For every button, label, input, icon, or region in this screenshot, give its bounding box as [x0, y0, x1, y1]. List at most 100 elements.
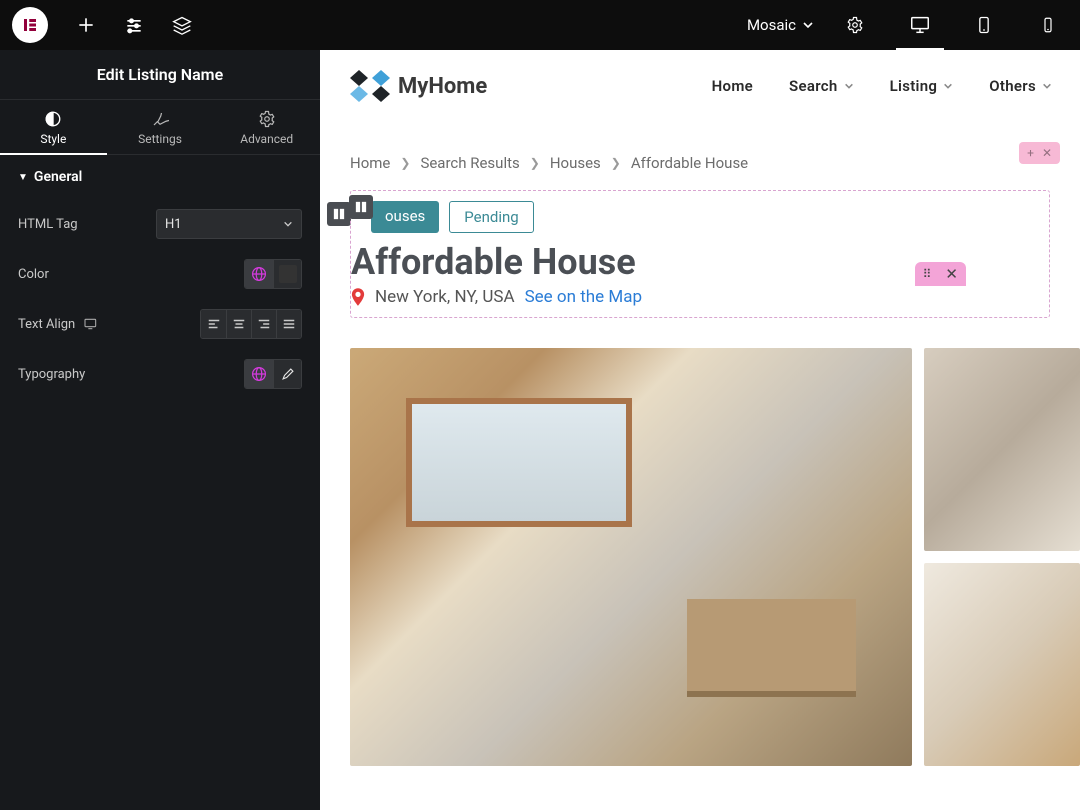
crumb-home[interactable]: Home: [350, 154, 390, 172]
topbar-center: Mosaic: [206, 0, 888, 50]
add-widget-button[interactable]: [62, 0, 110, 50]
gallery-main-image[interactable]: [350, 348, 912, 766]
control-html-tag: HTML Tag H1: [18, 199, 302, 249]
plus-icon: +: [1027, 146, 1034, 160]
html-tag-label: HTML Tag: [18, 217, 156, 232]
color-control: [244, 259, 302, 289]
section-handle[interactable]: [327, 202, 351, 226]
nav-listing[interactable]: Listing: [890, 77, 954, 95]
editor-sidebar: Edit Listing Name Style Settings Advance…: [0, 50, 320, 810]
device-desktop[interactable]: [888, 0, 952, 50]
device-tablet[interactable]: [952, 0, 1016, 50]
brand-logo-icon: [348, 68, 392, 104]
chevron-right-icon: ❯: [611, 156, 621, 170]
topbar-left: [0, 0, 206, 50]
location-row: New York, NY, USA See on the Map: [351, 287, 1045, 313]
nav-listing-label: Listing: [890, 77, 938, 95]
selected-widget-outline: ouses Pending Affordable House New York,…: [350, 190, 1050, 318]
nav-others-label: Others: [989, 77, 1036, 95]
chevron-right-icon: ❯: [530, 156, 540, 170]
device-mobile[interactable]: [1016, 0, 1080, 50]
align-justify[interactable]: [276, 310, 301, 338]
nav-home[interactable]: Home: [712, 77, 753, 95]
gallery-thumb[interactable]: [924, 563, 1080, 766]
pencil-icon: [281, 367, 295, 381]
section-add-handle[interactable]: + ✕: [1019, 142, 1060, 164]
page-body: Home ❯ Search Results ❯ Houses ❯ Afforda…: [320, 122, 1080, 318]
map-link[interactable]: See on the Map: [525, 287, 642, 307]
location-text: New York, NY, USA: [375, 287, 515, 307]
align-right[interactable]: [251, 310, 276, 338]
listing-tags: ouses Pending: [351, 201, 1045, 233]
text-align-label: Text Align: [18, 316, 200, 332]
nav-others[interactable]: Others: [989, 77, 1052, 95]
site-brand[interactable]: MyHome: [348, 68, 487, 104]
breadcrumb: Home ❯ Search Results ❯ Houses ❯ Afforda…: [350, 122, 1050, 190]
controls: HTML Tag H1 Color: [0, 195, 320, 403]
color-swatch-button[interactable]: [273, 260, 301, 288]
gallery-thumbnails: [924, 348, 1080, 766]
chevron-down-icon: [283, 219, 293, 229]
site-settings-button[interactable]: [830, 0, 880, 50]
device-switcher: [888, 0, 1080, 50]
nav-search[interactable]: Search: [789, 77, 854, 95]
nav-search-label: Search: [789, 77, 838, 95]
control-typography: Typography: [18, 349, 302, 399]
elementor-logo[interactable]: [12, 7, 48, 43]
tab-style-label: Style: [40, 132, 66, 146]
listing-title: Affordable House: [351, 233, 1045, 287]
listing-gallery: [320, 318, 1080, 766]
crumb-houses[interactable]: Houses: [550, 154, 601, 172]
gallery-thumb[interactable]: [924, 348, 1080, 551]
typography-edit-button[interactable]: [273, 360, 301, 388]
location-pin-icon: [351, 288, 365, 306]
tab-advanced[interactable]: Advanced: [213, 100, 320, 154]
chevron-down-icon: [844, 81, 854, 91]
close-icon: ✕: [1042, 146, 1052, 160]
text-align-label-text: Text Align: [18, 317, 75, 332]
html-tag-select[interactable]: H1: [156, 209, 302, 239]
section-general-label: General: [34, 169, 82, 185]
site-nav: Home Search Listing Others: [712, 77, 1052, 95]
align-center[interactable]: [226, 310, 251, 338]
section-general-toggle[interactable]: ▼ General: [0, 155, 320, 195]
color-label: Color: [18, 267, 244, 282]
typography-global-button[interactable]: [245, 360, 273, 388]
color-chip: [279, 265, 297, 283]
column-handle[interactable]: [349, 195, 373, 219]
responsive-icon[interactable]: [83, 316, 99, 332]
preview-canvas: MyHome Home Search Listing Others + ✕ Ho…: [320, 50, 1080, 810]
chevron-down-icon: [802, 19, 814, 31]
sidebar-tabs: Style Settings Advanced: [0, 100, 320, 155]
editor-topbar: Mosaic: [0, 0, 1080, 50]
page-settings-button[interactable]: [110, 0, 158, 50]
main-row: Edit Listing Name Style Settings Advance…: [0, 50, 1080, 810]
caret-down-icon: ▼: [18, 172, 28, 183]
template-label: Mosaic: [747, 16, 796, 34]
crumb-current: Affordable House: [631, 154, 748, 172]
tab-settings-label: Settings: [138, 132, 182, 146]
navigator-button[interactable]: [158, 0, 206, 50]
typography-control: [244, 359, 302, 389]
template-selector[interactable]: Mosaic: [731, 0, 830, 50]
chevron-down-icon: [1042, 81, 1052, 91]
color-global-button[interactable]: [245, 260, 273, 288]
nav-home-label: Home: [712, 77, 753, 95]
control-color: Color: [18, 249, 302, 299]
chevron-right-icon: ❯: [400, 156, 410, 170]
chevron-down-icon: [943, 81, 953, 91]
sidebar-title: Edit Listing Name: [0, 50, 320, 100]
html-tag-value: H1: [165, 217, 182, 232]
tag-houses[interactable]: ouses: [371, 201, 439, 233]
crumb-results[interactable]: Search Results: [420, 154, 519, 172]
tab-settings[interactable]: Settings: [107, 100, 214, 154]
brand-text: MyHome: [398, 74, 487, 99]
typography-label: Typography: [18, 367, 244, 382]
tag-pending[interactable]: Pending: [449, 201, 533, 233]
tab-style[interactable]: Style: [0, 100, 107, 154]
align-left[interactable]: [201, 310, 226, 338]
control-text-align: Text Align: [18, 299, 302, 349]
globe-icon: [251, 266, 267, 282]
globe-icon: [251, 366, 267, 382]
text-align-group: [200, 309, 302, 339]
